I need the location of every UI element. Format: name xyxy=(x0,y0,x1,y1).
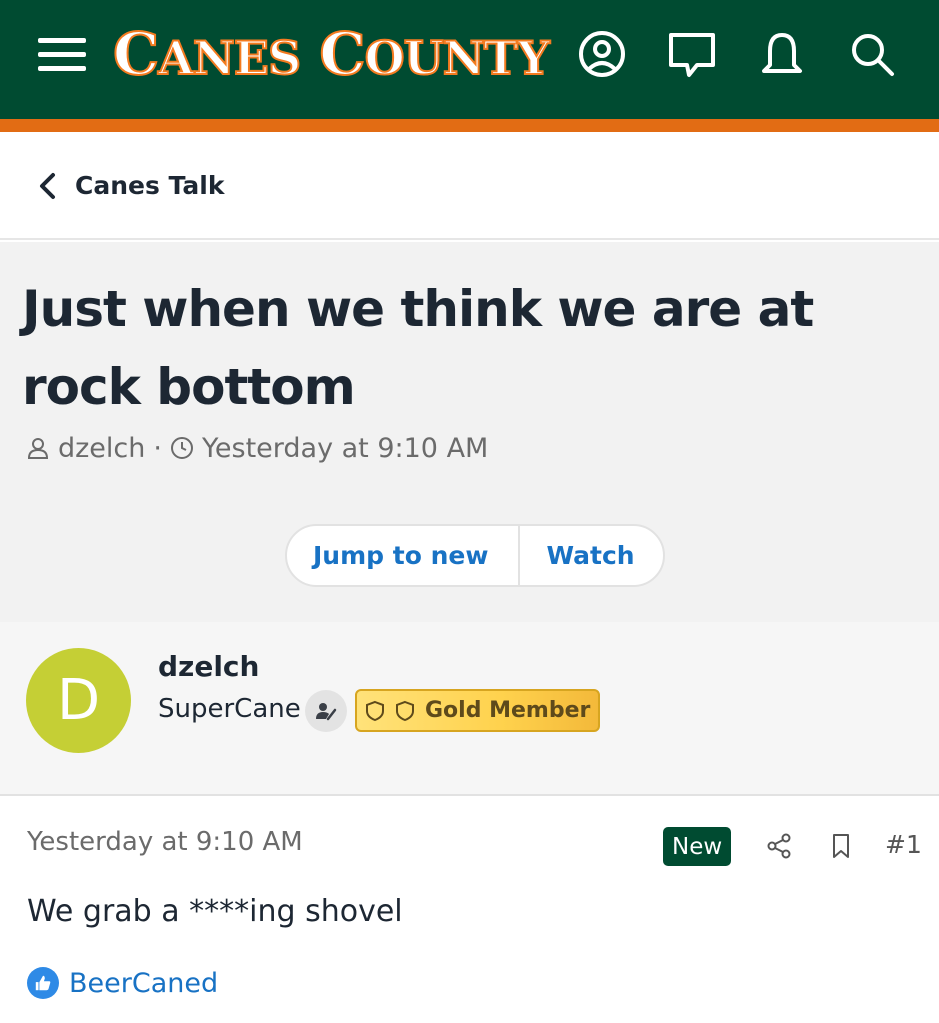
watch-button[interactable]: Watch xyxy=(520,526,662,585)
alerts-icon[interactable] xyxy=(757,27,807,81)
thread-date[interactable]: Yesterday at 9:10 AM xyxy=(202,433,488,464)
breadcrumb-label[interactable]: Canes Talk xyxy=(75,171,224,200)
thread-actions: Jump to new Watch xyxy=(285,524,665,587)
reaction-user[interactable]: BeerCaned xyxy=(69,968,218,999)
menu-icon[interactable] xyxy=(38,38,86,72)
shield-icon xyxy=(396,700,414,721)
bookmark-icon[interactable] xyxy=(828,832,854,860)
site-logo[interactable]: CANES COUNTY xyxy=(112,21,551,87)
gold-member-badge: Gold Member xyxy=(355,689,601,732)
clock-icon xyxy=(170,437,193,459)
thumbs-up-icon xyxy=(27,967,59,999)
post-number[interactable]: #1 xyxy=(885,830,922,859)
user-edit-badge-icon xyxy=(305,690,347,732)
thread-author[interactable]: dzelch xyxy=(58,433,145,464)
account-icon[interactable] xyxy=(577,27,627,81)
reactions-bar[interactable]: BeerCaned xyxy=(27,965,218,1001)
new-badge: New xyxy=(663,827,732,866)
post-username[interactable]: dzelch xyxy=(158,650,259,683)
page-title: Just when we think we are at rock bottom xyxy=(22,280,814,416)
search-icon[interactable] xyxy=(847,27,897,81)
share-icon[interactable] xyxy=(766,832,792,860)
badge-label: Gold Member xyxy=(425,698,591,723)
thread-meta: dzelch · Yesterday at 9:10 AM xyxy=(26,430,488,466)
user-title: SuperCane xyxy=(158,694,301,724)
meta-separator: · xyxy=(153,432,162,464)
breadcrumb[interactable]: Canes Talk xyxy=(0,132,939,240)
post-timestamp[interactable]: Yesterday at 9:10 AM xyxy=(27,827,303,857)
site-header: CANES COUNTY xyxy=(0,0,939,119)
thread-header: Just when we think we are at rock bottom… xyxy=(0,242,939,622)
user-icon xyxy=(27,438,49,459)
chevron-left-icon xyxy=(36,170,60,202)
post-author-bar: D dzelch SuperCane Gold Member xyxy=(0,622,939,796)
post-body: We grab a ****ing shovel xyxy=(27,894,403,929)
shield-icon xyxy=(366,700,384,721)
avatar[interactable]: D xyxy=(26,648,131,753)
jump-to-new-button[interactable]: Jump to new xyxy=(287,526,521,585)
header-accent-bar xyxy=(0,119,939,132)
conversations-icon[interactable] xyxy=(667,27,717,81)
